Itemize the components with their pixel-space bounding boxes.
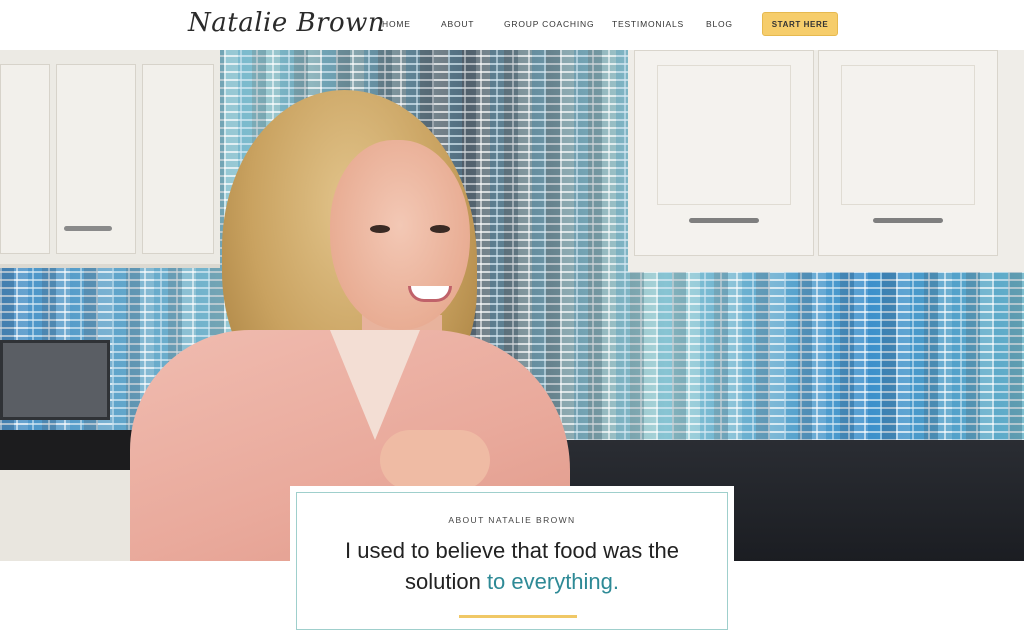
eye [370,225,390,233]
hand [380,430,490,490]
decorative-underline [459,615,577,618]
cabinet-handle [64,226,112,231]
cabinet-door [634,50,814,256]
shirt-vneck [330,330,420,440]
cabinet-panel [657,65,791,205]
cabinet-panel [841,65,975,205]
headline-line-2-plain: solution [404,569,481,594]
countertop-left [0,430,150,470]
about-eyebrow: ABOUT NATALIE BROWN [448,515,576,525]
nav-group-coaching[interactable]: GROUP COACHING [504,19,594,29]
about-card-border: ABOUT NATALIE BROWN I used to believe th… [296,492,728,630]
nav-testimonials[interactable]: TESTIMONIALS [612,19,684,29]
lower-cabinet-left [0,470,140,561]
about-headline: I used to believe that food was the solu… [297,535,727,597]
toaster-oven [0,340,110,420]
headline-line-1: I used to believe that food was the [345,538,679,563]
face [330,140,470,330]
headline-line-2-accent: to everything. [486,569,620,594]
nav-home[interactable]: HOME [382,19,411,29]
cabinet-handle [689,218,759,223]
nav-about[interactable]: ABOUT [441,19,474,29]
hero-image [0,50,1024,561]
cabinet-handle [873,218,943,223]
cabinet-door [0,64,50,254]
eye [430,225,450,233]
site-logo[interactable]: Natalie Brown [188,8,385,38]
about-card: ABOUT NATALIE BROWN I used to believe th… [290,486,734,636]
upper-cabinet-right [628,50,1024,272]
cabinet-door [818,50,998,256]
site-header: Natalie Brown HOME ABOUT GROUP COACHING … [0,0,1024,50]
start-here-button[interactable]: START HERE [762,12,838,36]
nav-blog[interactable]: BLOG [706,19,733,29]
